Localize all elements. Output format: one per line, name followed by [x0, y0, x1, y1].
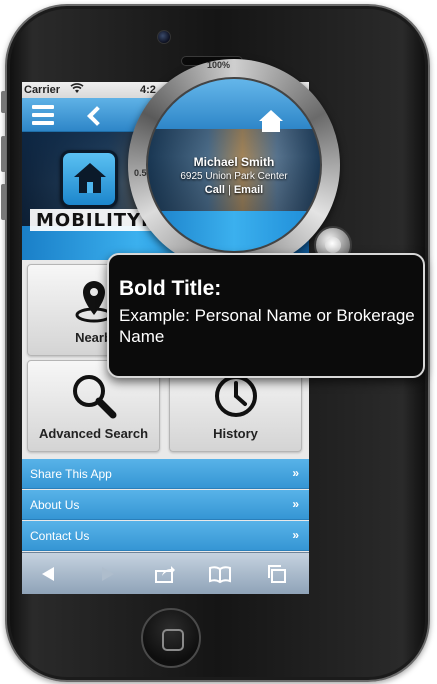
zoomed-navbar	[148, 79, 320, 129]
chevron-right-icon: »	[292, 528, 299, 542]
volume-down-button	[1, 184, 6, 220]
back-arrow-icon[interactable]	[87, 106, 107, 126]
chevron-right-icon: »	[292, 497, 299, 511]
list-item-share-app[interactable]: Share This App »	[22, 459, 309, 489]
mute-switch	[1, 91, 6, 113]
bookmarks-icon[interactable]	[209, 564, 231, 584]
advanced-search-label: Advanced Search	[38, 426, 149, 441]
tabs-icon[interactable]	[266, 564, 288, 584]
home-icon	[258, 109, 284, 138]
clock-icon	[214, 375, 257, 417]
link-separator: |	[227, 184, 231, 196]
zoom-scale-100: 100%	[207, 60, 231, 70]
history-label: History	[213, 426, 258, 441]
agent-address: 6925 Union Park Center	[180, 171, 288, 182]
volume-up-button	[1, 136, 6, 172]
callout-body: Example: Personal Name or Brokerage Name	[119, 306, 415, 346]
email-link[interactable]: Email	[234, 184, 263, 196]
front-camera	[157, 30, 171, 44]
magnifier-lens: Michael Smith 6925 Union Park Center Cal…	[146, 77, 322, 253]
agent-name: Michael Smith	[193, 155, 275, 169]
list-item-label: About Us	[30, 498, 80, 512]
carrier-label: Carrier	[24, 84, 61, 96]
contact-links: Call | Email	[148, 184, 320, 196]
brand-logo-icon	[60, 150, 118, 208]
call-link[interactable]: Call	[205, 184, 225, 196]
list-item-label: Contact Us	[30, 529, 90, 543]
browser-forward-icon[interactable]	[96, 564, 118, 584]
wifi-icon	[70, 83, 84, 97]
hardware-home-button[interactable]	[141, 608, 201, 668]
hamburger-menu-icon[interactable]	[32, 105, 54, 125]
zoomed-pool-photo	[148, 211, 320, 251]
callout-title: Bold Title:	[119, 277, 222, 300]
magnifier-icon	[72, 375, 116, 419]
zoom-scale-half: 0.5	[134, 168, 147, 178]
chevron-right-icon: »	[292, 466, 299, 480]
browser-back-icon[interactable]	[38, 564, 60, 584]
list-item-about-us[interactable]: About Us »	[22, 490, 309, 520]
share-icon[interactable]	[154, 564, 176, 584]
callout-tooltip: Bold Title: Example: Personal Name or Br…	[107, 253, 425, 378]
browser-toolbar	[22, 552, 309, 594]
list-item-contact-us[interactable]: Contact Us »	[22, 521, 309, 551]
list-item-label: Share This App	[30, 467, 112, 481]
